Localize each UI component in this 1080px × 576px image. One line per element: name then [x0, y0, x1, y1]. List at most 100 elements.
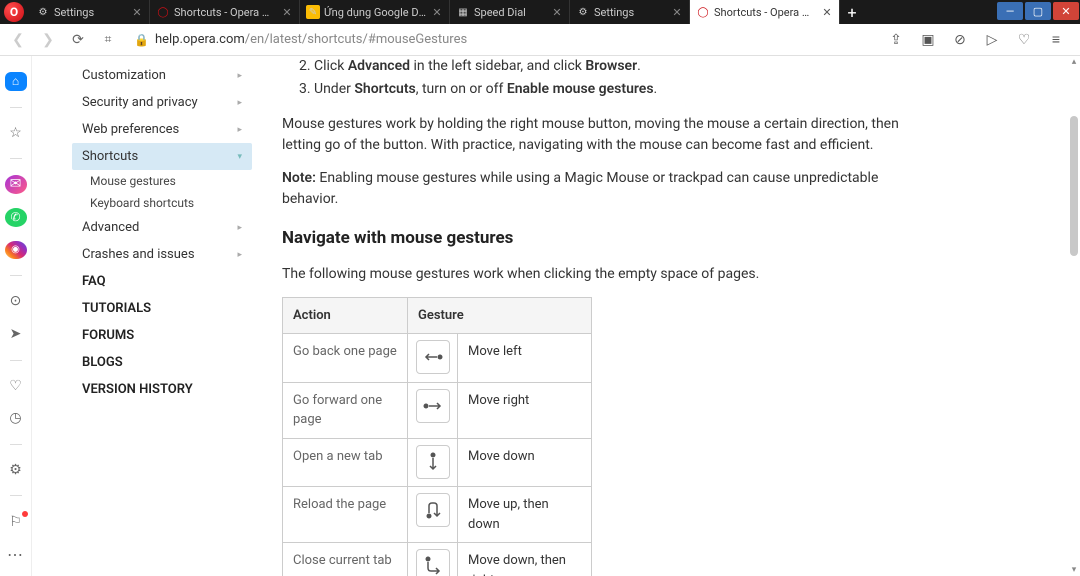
messenger-icon[interactable]: ✉ — [5, 175, 27, 194]
sidebar-section-forums[interactable]: FORUMS — [72, 322, 252, 349]
sidebar-item-crashes[interactable]: Crashes and issues ▸ — [72, 241, 252, 268]
sidebar-section-blogs[interactable]: BLOGS — [72, 349, 252, 376]
whatsapp-icon[interactable]: ✆ — [5, 208, 27, 227]
separator — [10, 275, 22, 276]
address-bar: ❮ ❯ ⟳ ⌗ 🔒 help.opera.com/en/latest/short… — [0, 24, 1080, 56]
star-icon[interactable]: ☆ — [5, 124, 27, 143]
close-icon[interactable]: ✕ — [131, 6, 143, 18]
forward-button[interactable]: ❯ — [36, 28, 60, 52]
scrollbar[interactable]: ▴ ▾ — [1068, 56, 1080, 576]
sidebar-item-security[interactable]: Security and privacy▸ — [72, 89, 252, 116]
table-row: Open a new tab Move down — [283, 438, 592, 487]
speeddial-icon: ▦ — [456, 5, 470, 19]
tab-title: Ứng dụng Google Dịch — [324, 6, 427, 19]
heart-icon[interactable]: ♡ — [1012, 28, 1036, 52]
tab-opera-help-1[interactable]: ◯ Shortcuts - Opera Help ✕ — [150, 0, 300, 24]
sidebar-item-webprefs[interactable]: Web preferences ▸ — [72, 116, 252, 143]
table-row: Reload the page Move up, then down — [283, 487, 592, 543]
sidebar-section-tutorials[interactable]: TUTORIALS — [72, 295, 252, 322]
scrollbar-thumb[interactable] — [1070, 116, 1078, 256]
gesture-left-icon — [416, 340, 450, 374]
step-2: Click Advanced in the left sidebar, and … — [314, 56, 912, 77]
tab-settings-1[interactable]: ⚙ Settings ✕ — [30, 0, 150, 24]
chevron-right-icon: ▸ — [237, 250, 242, 260]
close-window-button[interactable]: ✕ — [1053, 2, 1079, 20]
gesture-down-icon — [416, 445, 450, 479]
gesture-updown-icon — [416, 493, 450, 527]
menu-icon[interactable]: ≡ — [1044, 28, 1068, 52]
close-icon[interactable]: ✕ — [821, 6, 833, 18]
separator — [10, 158, 22, 159]
lock-icon: 🔒 — [134, 33, 149, 47]
url-field[interactable]: 🔒 help.opera.com/en/latest/shortcuts/#mo… — [126, 32, 878, 47]
separator — [10, 107, 22, 108]
paperplane-icon[interactable]: ➤ — [5, 325, 27, 344]
sidebar-item-advanced[interactable]: Advanced▸ — [72, 214, 252, 241]
article-content: Click Advanced in the left sidebar, and … — [252, 56, 972, 576]
tab-title: Shortcuts - Opera Help — [174, 6, 277, 19]
cell-action: Close current tab — [283, 543, 408, 576]
close-icon[interactable]: ✕ — [431, 6, 443, 18]
back-button[interactable]: ❮ — [6, 28, 30, 52]
chevron-right-icon: ▸ — [237, 125, 242, 135]
scroll-down-icon[interactable]: ▾ — [1068, 564, 1080, 576]
sidebar-item-customization[interactable]: Customization▸ — [72, 62, 252, 89]
sidebar-subitem-keyboard-shortcuts[interactable]: Keyboard shortcuts — [72, 192, 252, 214]
reload-button[interactable]: ⟳ — [66, 28, 90, 52]
more-icon[interactable]: ⋯ — [7, 545, 24, 564]
heart-icon[interactable]: ♡ — [5, 376, 27, 395]
tab-settings-2[interactable]: ⚙ Settings ✕ — [570, 0, 690, 24]
clock-icon[interactable]: ◷ — [5, 409, 27, 428]
pin-icon[interactable]: ⚐ — [5, 512, 27, 531]
home-icon[interactable]: ⌂ — [5, 72, 27, 91]
cell-gesture: Move down, then right — [458, 543, 592, 576]
gear-icon: ⚙ — [36, 5, 50, 19]
paragraph-following: The following mouse gestures work when c… — [282, 264, 912, 285]
send-icon[interactable]: ▷ — [980, 28, 1004, 52]
maximize-button[interactable]: ▢ — [1025, 2, 1051, 20]
paragraph-gestures-work: Mouse gestures work by holding the right… — [282, 114, 912, 156]
cell-action: Go back one page — [283, 334, 408, 383]
cell-icon — [408, 543, 458, 576]
tab-speed-dial[interactable]: ▦ Speed Dial ✕ — [450, 0, 570, 24]
close-icon[interactable]: ✕ — [671, 6, 683, 18]
play-icon[interactable]: ⊙ — [5, 292, 27, 311]
separator — [10, 495, 22, 496]
sidebar-item-label: Security and privacy — [82, 95, 198, 110]
tab-google-translate[interactable]: ✎ Ứng dụng Google Dịch ✕ — [300, 0, 450, 24]
camera-icon[interactable]: ▣ — [916, 28, 940, 52]
instagram-icon[interactable]: ◉ — [5, 241, 27, 260]
sidebar-item-label: Web preferences — [82, 122, 179, 137]
note-paragraph: Note: Enabling mouse gestures while usin… — [282, 168, 912, 210]
tab-opera-help-active[interactable]: ◯ Shortcuts - Opera Help ✕ — [690, 0, 840, 24]
settings-gear-icon[interactable]: ⚙ — [5, 461, 27, 480]
gesture-right-icon — [416, 389, 450, 423]
separator — [10, 360, 22, 361]
opera-icon: ◯ — [156, 5, 170, 19]
url-host: help.opera.com — [155, 32, 245, 47]
sidebar-section-faq[interactable]: FAQ — [72, 268, 252, 295]
sidebar-item-label: Crashes and issues — [82, 247, 195, 262]
gtranslate-icon: ✎ — [306, 5, 320, 19]
close-icon[interactable]: ✕ — [551, 6, 563, 18]
minimize-button[interactable]: — — [997, 2, 1023, 20]
sidebar-item-shortcuts[interactable]: Shortcuts▾ — [72, 143, 252, 170]
cell-gesture: Move right — [458, 382, 592, 438]
gestures-table: Action Gesture Go back one page Move lef… — [282, 297, 592, 576]
tab-title: Shortcuts - Opera Help — [714, 6, 817, 19]
opera-logo[interactable]: O — [4, 2, 24, 22]
sidebar-item-label: Customization — [82, 68, 166, 83]
chevron-down-icon: ▾ — [237, 152, 242, 162]
close-icon[interactable]: ✕ — [281, 6, 293, 18]
table-row: Go back one page Move left — [283, 334, 592, 383]
shield-icon[interactable]: ⊘ — [948, 28, 972, 52]
heading-navigate: Navigate with mouse gestures — [282, 226, 912, 252]
scroll-up-icon[interactable]: ▴ — [1068, 56, 1080, 68]
new-tab-button[interactable]: + — [840, 0, 864, 24]
sidebar-section-version-history[interactable]: VERSION HISTORY — [72, 376, 252, 403]
share-icon[interactable]: ⇪ — [884, 28, 908, 52]
cell-action: Open a new tab — [283, 438, 408, 487]
sidebar-subitem-mouse-gestures[interactable]: Mouse gestures — [72, 170, 252, 192]
tiles-button[interactable]: ⌗ — [96, 28, 120, 52]
th-gesture: Gesture — [408, 297, 592, 334]
